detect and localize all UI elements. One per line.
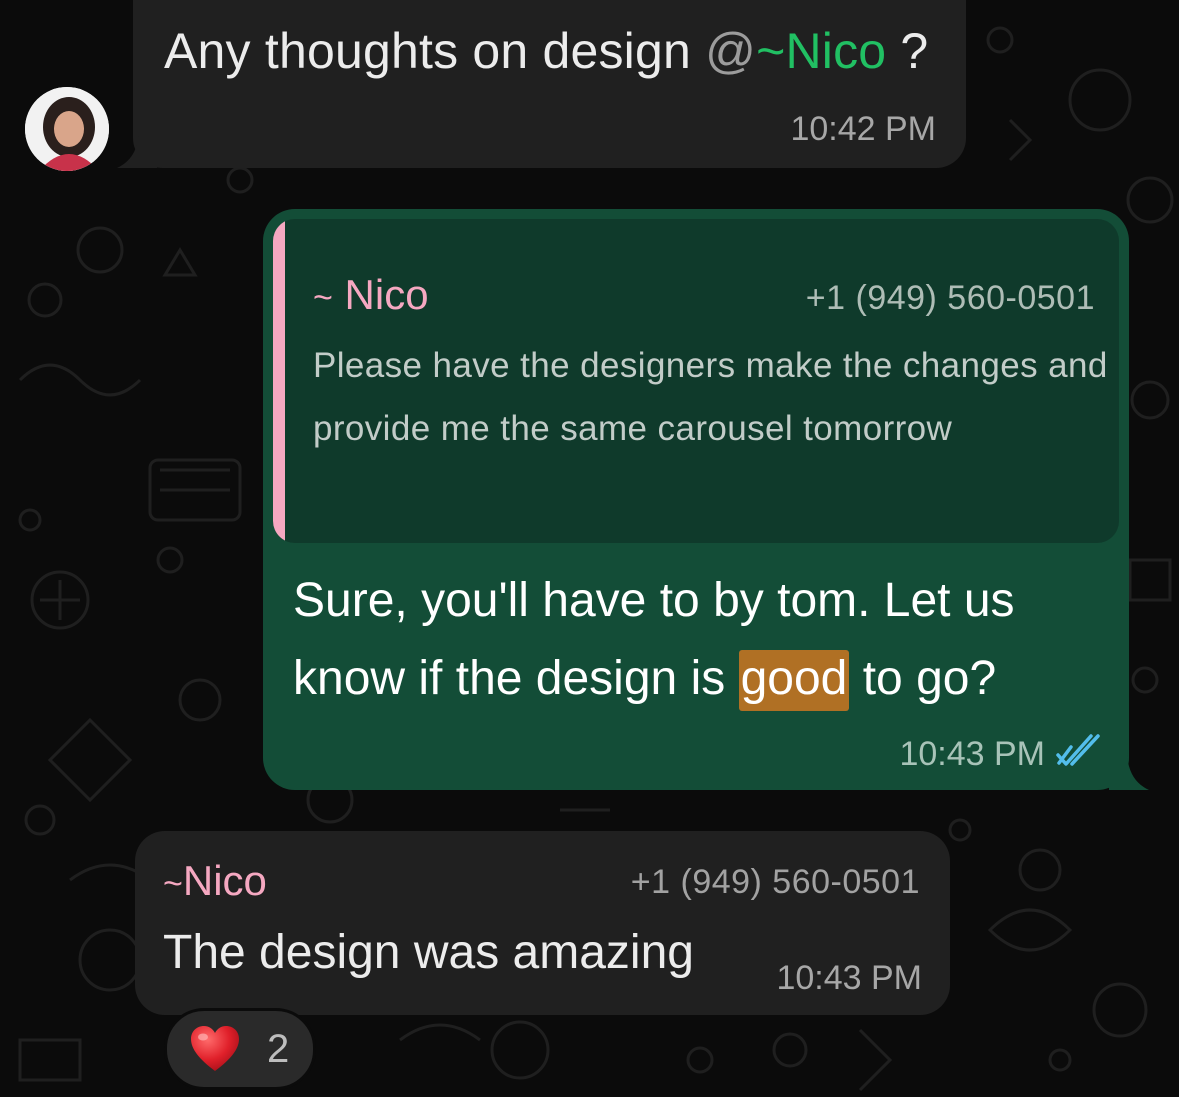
reaction-pill[interactable]: 2 — [164, 1008, 316, 1090]
quoted-author: ~ Nico — [313, 271, 429, 319]
reply-text-end: to go? — [849, 652, 997, 705]
message-text: The design was amazing — [163, 926, 694, 979]
sender-name-text: Nico — [182, 857, 267, 904]
message-text-end: ? — [886, 23, 929, 79]
mention-link[interactable]: ~Nico — [756, 23, 886, 79]
red-heart-icon — [191, 1026, 239, 1071]
sender-name[interactable]: ~Nico — [163, 857, 267, 905]
bubble-tail-icon — [1109, 750, 1149, 790]
double-check-read-icon — [1056, 734, 1100, 766]
quoted-text: Please have the designers make the chang… — [313, 346, 1108, 448]
message-timestamp: 10:42 PM — [790, 110, 936, 148]
bubble-tail-icon — [117, 128, 157, 168]
quote-accent-bar — [273, 219, 285, 543]
incoming-message-bubble[interactable]: Any thoughts on design @~Nico ? 10:42 PM — [117, 0, 966, 168]
reply-text: Sure, you'll have to by tom. Let us know… — [293, 562, 1113, 718]
sender-tilde: ~ — [163, 865, 183, 903]
mention-at-sign: @ — [705, 23, 757, 79]
incoming-message-bubble[interactable]: ~Nico +1 (949) 560-0501 The design was a… — [135, 831, 950, 1015]
avatar-photo-icon — [25, 87, 109, 171]
reaction-count: 2 — [267, 1027, 290, 1071]
sender-phone: +1 (949) 560-0501 — [630, 863, 920, 901]
sender-avatar[interactable] — [25, 87, 109, 171]
message-text: Any thoughts on design @~Nico ? — [164, 22, 928, 80]
quoted-message[interactable]: ~ Nico +1 (949) 560-0501 Please have the… — [273, 219, 1119, 543]
search-highlight: good — [738, 650, 850, 711]
quoted-author-tilde: ~ — [313, 279, 333, 317]
message-timestamp: 10:43 PM — [776, 959, 922, 997]
message-timestamp: 10:43 PM — [899, 735, 1045, 773]
quoted-author-name: Nico — [344, 271, 429, 318]
quoted-author-phone: +1 (949) 560-0501 — [805, 279, 1095, 317]
outgoing-message-bubble[interactable]: ~ Nico +1 (949) 560-0501 Please have the… — [263, 209, 1149, 790]
message-text-start: Any thoughts on design — [164, 23, 706, 79]
